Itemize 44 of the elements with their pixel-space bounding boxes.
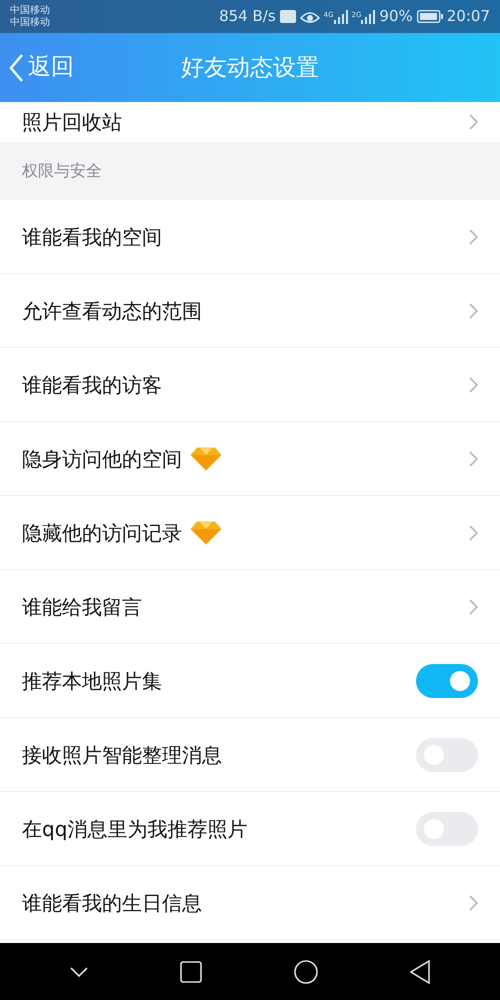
row-label: 谁能看我的空间 [22,224,162,250]
section-title: 权限与安全 [21,160,103,182]
row-label: 谁能看我的生日信息 [22,890,202,916]
settings-row[interactable]: 谁能看我的空间 [0,200,500,274]
chevron-down-icon[interactable] [70,966,88,976]
settings-row[interactable]: 谁能看我的生日信息 [0,866,500,940]
chevron-icon [469,894,478,910]
settings-row[interactable]: 隐藏他的访问记录 [0,496,500,570]
square-icon[interactable] [180,960,202,982]
settings-row[interactable]: 照片回收站 [0,102,500,142]
row-label: 接收照片智能整理消息 [22,742,222,768]
page-title: 好友动态设置 [181,53,319,82]
row-label: 隐身访问他的空间 [22,446,182,472]
row-label: 谁能看我的访客 [22,372,162,398]
chevron-icon [469,114,478,130]
carrier-name: 中国移动 [10,16,50,28]
row-label: 隐藏他的访问记录 [22,520,182,546]
network-speed: 854 B/s [219,6,276,28]
chevron-icon [469,376,478,392]
chevron-icon [469,524,478,540]
home-icon[interactable] [294,960,318,984]
row-label: 允许查看动态的范围 [22,298,202,324]
row-label: 推荐本地照片集 [22,668,162,694]
signal-icon [361,10,376,24]
battery-icon [416,10,443,23]
back-icon[interactable] [410,960,430,984]
settings-row[interactable]: 隐身访问他的空间 [0,422,500,496]
battery-percent: 90% [379,6,413,28]
carrier-name: 中国移动 [10,4,50,16]
settings-row[interactable]: 允许查看动态的范围 [0,274,500,348]
settings-row[interactable]: 谁能看我的访客 [0,348,500,422]
clock: 20:07 [446,6,490,28]
toggle-switch[interactable] [416,664,478,698]
signal-icon [334,10,348,24]
back-icon [8,52,24,82]
row-label: 谁能给我留言 [22,594,142,620]
settings-row[interactable]: 谁能给我留言 [0,570,500,644]
chevron-icon [469,598,478,614]
chevron-icon [469,450,478,466]
chevron-icon [469,302,478,318]
eye-icon [300,10,320,24]
row-label: 照片回收站 [22,109,122,136]
chevron-icon [469,228,478,244]
row-label: 在qq消息里为我推荐照片 [22,816,248,842]
